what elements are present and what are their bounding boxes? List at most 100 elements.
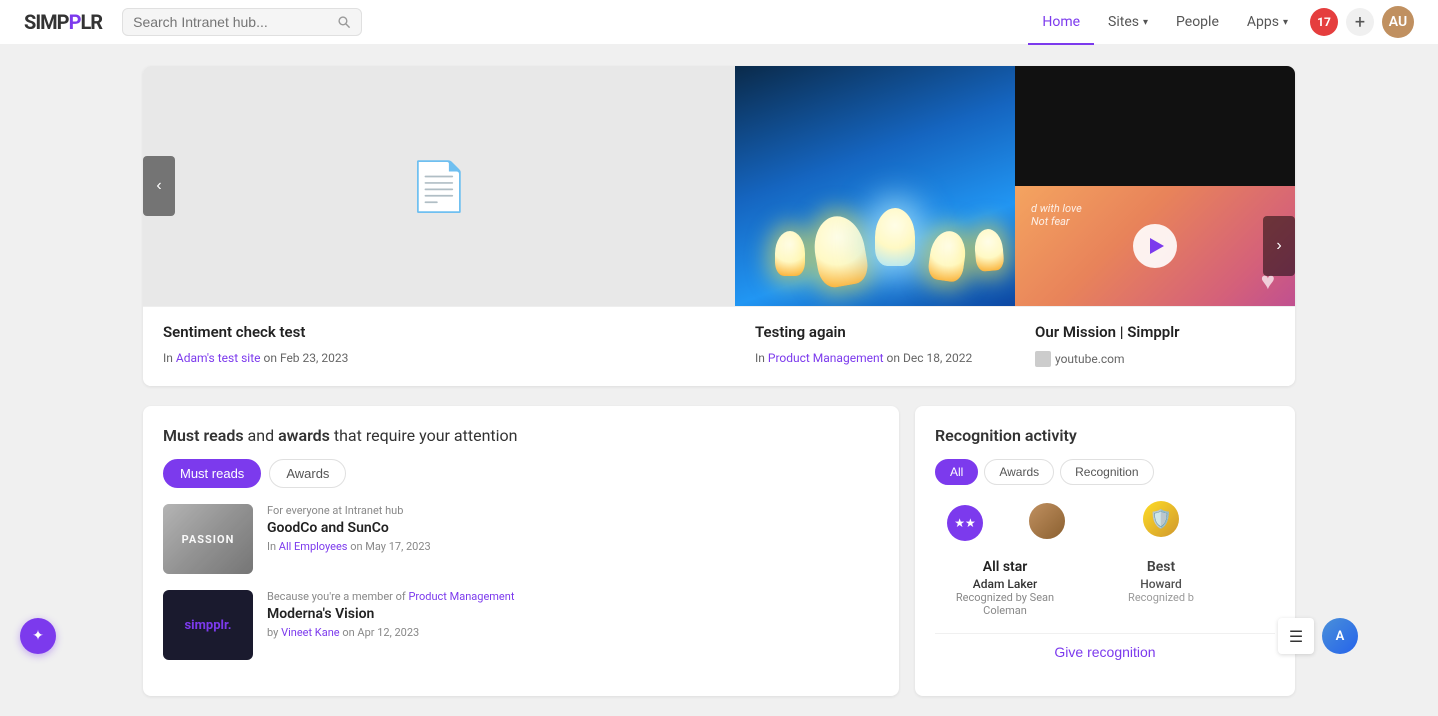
carousel: 📄 ‹ d with love [143,66,1295,306]
must-read-audience-1: For everyone at Intranet hub [267,504,879,517]
give-recognition-button[interactable]: Give recognition [935,633,1275,670]
nav-apps[interactable]: Apps ▾ [1233,0,1302,45]
nav-people[interactable]: People [1162,0,1233,45]
navbar: SIMPPLR Home Sites ▾ People Apps ▾ 17 + … [0,0,1438,46]
must-read-item-1: PASSION For everyone at Intranet hub Goo… [163,504,879,574]
card-location-link-1[interactable]: Adam's test site [176,351,261,365]
rec-award-name-1: All star [935,559,1075,575]
list-icon: ☰ [1289,627,1303,646]
tab-awards[interactable]: Awards [269,459,346,488]
rec-recognized-by-2: Recognized b [1091,591,1231,604]
must-read-date-1: May 17, 2023 [365,540,430,553]
carousel-center [735,66,1015,306]
must-read-audience-2: Because you're a member of Product Manag… [267,590,879,603]
card-date-1: on [263,351,279,365]
must-read-author-link-2[interactable]: Vineet Kane [281,626,340,639]
list-view-button[interactable]: ☰ [1278,618,1314,654]
must-read-title-1[interactable]: GoodCo and SunCo [267,520,879,536]
ai-assistant-button[interactable]: ✦ [20,618,56,654]
tab-must-reads[interactable]: Must reads [163,459,261,488]
card-meta-3: youtube.com [1035,351,1275,370]
recognition-items: ★★ All star Adam Laker Recognized by Sea… [935,501,1275,617]
rec-tab-awards[interactable]: Awards [984,459,1054,485]
rec-tab-recognition[interactable]: Recognition [1060,459,1153,485]
ai-icon: ✦ [32,628,44,644]
notification-badge[interactable]: 17 [1310,8,1338,36]
bottom-right-actions: ☰ A [1278,618,1358,654]
card-info-1: Sentiment check test In Adam's test site… [143,307,735,386]
must-reads-tabs: Must reads Awards [163,459,879,488]
carousel-next-button[interactable]: › [1263,216,1295,276]
awards-label: awards [278,426,330,445]
rec-recognized-by-1: Recognized by Sean Coleman [935,591,1075,617]
rec-badge-2: 🛡️ [1143,501,1179,537]
nav-home[interactable]: Home [1028,0,1094,45]
card-title-2: Testing again [755,323,995,341]
rec-avatar-1 [1027,501,1067,541]
rec-avatars-2: 🛡️ [1091,501,1231,551]
document-icon: 📄 [409,158,469,215]
nav-sites[interactable]: Sites ▾ [1094,0,1162,45]
card-title-1: Sentiment check test [163,323,715,341]
carousel-right-bottom: d with loveNot fear ♥ › [1015,186,1295,306]
must-read-meta-1: In All Employees on May 17, 2023 [267,540,879,553]
main-content: 📄 ‹ d with love [119,46,1319,716]
card-meta-1: In Adam's test site on Feb 23, 2023 [163,351,715,365]
thumb-simpplr-image: simpplr. [163,590,253,660]
must-reads-card: Must reads and awards that require your … [143,406,899,696]
must-read-content-1: For everyone at Intranet hub GoodCo and … [267,504,879,553]
rec-award-name-2: Best [1091,559,1231,575]
must-read-group-link-1[interactable]: All Employees [279,540,348,553]
must-read-item-2: simpplr. Because you're a member of Prod… [163,590,879,660]
avatar[interactable]: AU [1382,6,1414,38]
add-button[interactable]: + [1346,8,1374,36]
love-text: d with loveNot fear [1031,202,1082,228]
search-icon [337,15,351,29]
rec-person-2: Howard [1091,577,1231,591]
rec-avatars-1: ★★ [935,501,1075,551]
nav-links: Home Sites ▾ People Apps ▾ [1028,0,1302,45]
carousel-prev-button[interactable]: ‹ [143,156,175,216]
rec-person-1: Adam Laker [935,577,1075,591]
chevron-down-icon: ▾ [1143,17,1148,28]
must-read-thumb-2: simpplr. [163,590,253,660]
must-read-group-link-2[interactable]: Product Management [408,590,514,603]
play-button[interactable] [1133,224,1177,268]
must-read-content-2: Because you're a member of Product Manag… [267,590,879,639]
must-read-date-2: Apr 12, 2023 [357,626,419,639]
logo[interactable]: SIMPPLR [24,10,102,34]
must-reads-section-title: Must reads and awards that require your … [163,426,879,445]
card-title-3: Our Mission | Simpplr [1035,323,1275,341]
card-date-value-1: Feb 23, 2023 [280,351,348,365]
carousel-left: 📄 ‹ [143,66,735,306]
search-bar [122,8,362,36]
chevron-down-icon: ▾ [1283,17,1288,28]
carousel-right: d with loveNot fear ♥ › [1015,66,1295,306]
rec-tab-all[interactable]: All [935,459,978,485]
thumb-passion-image: PASSION [163,504,253,574]
card-meta-2: In Product Management on Dec 18, 2022 [755,351,995,365]
carousel-right-top [1015,66,1295,186]
play-icon [1150,238,1164,254]
must-read-meta-2: by Vineet Kane on Apr 12, 2023 [267,626,879,639]
recognition-card: Recognition activity All Awards Recognit… [915,406,1295,696]
card-source-3: youtube.com [1055,352,1125,366]
must-reads-label: Must reads [163,426,244,445]
rec-badge-1: ★★ [947,505,983,541]
must-read-title-2[interactable]: Moderna's Vision [267,606,879,622]
carousel-info-row: Sentiment check test In Adam's test site… [143,306,1295,386]
card-info-3: Our Mission | Simpplr youtube.com [1015,307,1295,386]
must-read-thumb-1: PASSION [163,504,253,574]
youtube-icon [1035,351,1051,367]
card-date-value-2: Dec 18, 2022 [903,351,972,365]
recognition-tabs: All Awards Recognition [935,459,1275,485]
card-location-link-2[interactable]: Product Management [768,351,884,365]
recognition-item-2: 🛡️ Best Howard Recognized b [1091,501,1231,617]
search-input[interactable] [133,14,337,30]
recognition-title: Recognition activity [935,426,1275,445]
bottom-avatar[interactable]: A [1322,618,1358,654]
nav-actions: 17 + AU [1310,6,1414,38]
carousel-center-image [735,66,1015,306]
bottom-grid: Must reads and awards that require your … [143,406,1295,696]
card-info-2: Testing again In Product Management on D… [735,307,1015,386]
